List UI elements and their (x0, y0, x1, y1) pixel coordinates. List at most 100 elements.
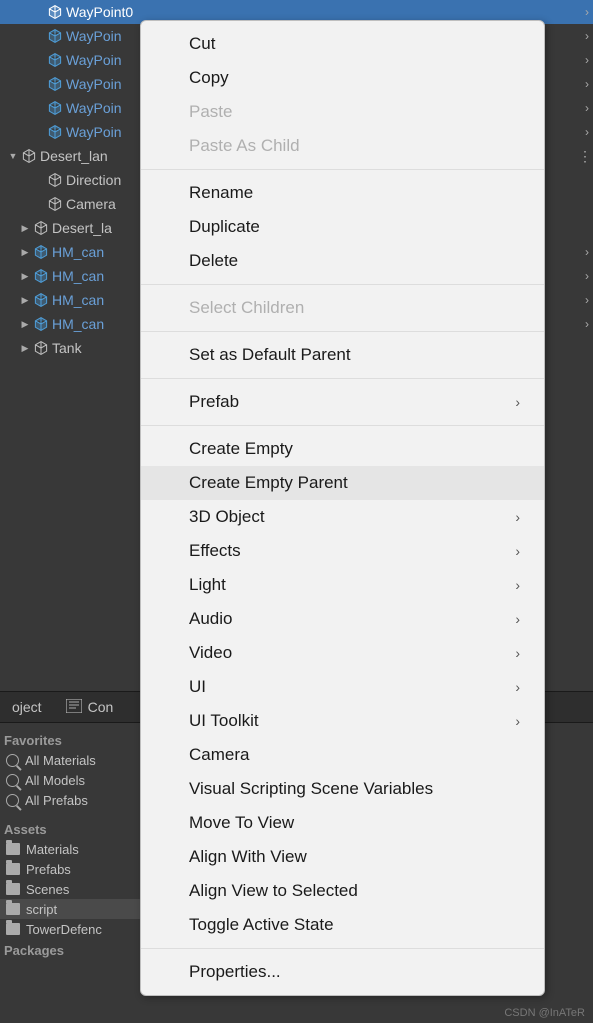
prefab-cube-icon (46, 123, 64, 141)
chevron-right-icon[interactable]: › (575, 317, 589, 331)
assets-folder-label: Materials (26, 842, 79, 857)
menu-item-duplicate[interactable]: Duplicate (141, 210, 544, 244)
menu-item-label: Video (189, 643, 232, 663)
chevron-right-icon[interactable]: › (575, 5, 589, 19)
menu-item-delete[interactable]: Delete (141, 244, 544, 278)
menu-item-light[interactable]: Light › (141, 568, 544, 602)
prefab-cube-icon (32, 291, 50, 309)
assets-folder-item[interactable]: script (0, 899, 140, 919)
packages-header: Packages (0, 941, 140, 960)
menu-item-ui[interactable]: UI › (141, 670, 544, 704)
menu-separator (141, 331, 544, 332)
chevron-right-icon[interactable]: › (575, 53, 589, 67)
favorites-item[interactable]: All Models (0, 770, 140, 790)
chevron-right-icon: › (515, 394, 520, 410)
assets-folder-item[interactable]: Materials (0, 839, 140, 859)
expand-toggle[interactable]: ▶ (18, 343, 32, 354)
gameobject-cube-icon (32, 339, 50, 357)
menu-item-label: Audio (189, 609, 232, 629)
menu-item-label: Copy (189, 68, 229, 88)
menu-item-label: Duplicate (189, 217, 260, 237)
menu-separator (141, 169, 544, 170)
menu-item-video[interactable]: Video › (141, 636, 544, 670)
folder-icon (6, 863, 20, 875)
menu-separator (141, 948, 544, 949)
kebab-menu-icon[interactable]: ⋮ (578, 148, 591, 165)
chevron-right-icon[interactable]: › (575, 293, 589, 307)
menu-item-audio[interactable]: Audio › (141, 602, 544, 636)
menu-separator (141, 425, 544, 426)
gameobject-cube-icon (46, 171, 64, 189)
menu-item-label: Paste As Child (189, 136, 300, 156)
menu-item-copy[interactable]: Copy (141, 61, 544, 95)
menu-item-move-to-view[interactable]: Move To View (141, 806, 544, 840)
menu-item-rename[interactable]: Rename (141, 176, 544, 210)
context-menu: Cut Copy Paste Paste As Child Rename Duplicat… (140, 20, 545, 996)
watermark: CSDN @InATeR (504, 1007, 585, 1019)
chevron-right-icon[interactable]: › (575, 125, 589, 139)
menu-item-align-view-to-selected[interactable]: Align View to Selected (141, 874, 544, 908)
chevron-right-icon: › (515, 645, 520, 661)
menu-item-effects[interactable]: Effects› (141, 534, 544, 568)
menu-item-align-with-view[interactable]: Align With View (141, 840, 544, 874)
menu-item-label: UI (189, 677, 206, 697)
expand-toggle[interactable]: ▶ (18, 319, 32, 330)
expand-toggle[interactable]: ▶ (18, 247, 32, 258)
menu-item-camera[interactable]: Camera (141, 738, 544, 772)
menu-item-3d-object[interactable]: 3D Object› (141, 500, 544, 534)
chevron-right-icon[interactable]: › (575, 101, 589, 115)
tab-console[interactable]: Con (54, 693, 126, 722)
menu-item-create-empty-parent[interactable]: Create Empty Parent (141, 466, 544, 500)
favorites-item-label: All Models (25, 773, 85, 788)
folder-icon (6, 883, 20, 895)
expand-toggle[interactable]: ▶ (18, 295, 32, 306)
menu-item-visual-scripting-scene-variables[interactable]: Visual Scripting Scene Variables (141, 772, 544, 806)
menu-item-label: Align View to Selected (189, 881, 358, 901)
menu-item-label: Delete (189, 251, 238, 271)
expand-toggle[interactable]: ▶ (18, 271, 32, 282)
gameobject-cube-icon (32, 219, 50, 237)
assets-folder-item[interactable]: Scenes (0, 879, 140, 899)
hierarchy-item-label: WayPoint0 (66, 4, 575, 20)
search-icon (6, 774, 19, 787)
chevron-right-icon[interactable]: › (575, 29, 589, 43)
chevron-right-icon[interactable]: › (575, 269, 589, 283)
chevron-right-icon[interactable]: › (575, 245, 589, 259)
tab-project[interactable]: oject (0, 693, 54, 721)
menu-item-label: Move To View (189, 813, 294, 833)
menu-item-create-empty[interactable]: Create Empty (141, 432, 544, 466)
menu-item-properties[interactable]: Properties... (141, 955, 544, 989)
menu-item-paste-as-child: Paste As Child (141, 129, 544, 163)
project-folder-panel: Favorites All MaterialsAll ModelsAll Pre… (0, 723, 140, 1023)
menu-item-label: UI Toolkit (189, 711, 259, 731)
menu-item-toggle-active-state[interactable]: Toggle Active State (141, 908, 544, 942)
assets-folder-item[interactable]: Prefabs (0, 859, 140, 879)
menu-item-label: Light (189, 575, 226, 595)
expand-toggle[interactable]: ▶ (18, 223, 32, 234)
prefab-cube-icon (46, 99, 64, 117)
chevron-right-icon: › (515, 577, 520, 593)
console-icon (66, 699, 82, 716)
menu-item-select-children: Select Children (141, 291, 544, 325)
favorites-item[interactable]: All Prefabs (0, 790, 140, 810)
expand-toggle[interactable]: ▼ (6, 151, 20, 161)
menu-item-label: Align With View (189, 847, 307, 867)
favorites-item[interactable]: All Materials (0, 750, 140, 770)
menu-item-set-as-default-parent[interactable]: Set as Default Parent (141, 338, 544, 372)
gameobject-cube-icon (46, 195, 64, 213)
menu-item-prefab[interactable]: Prefab› (141, 385, 544, 419)
prefab-cube-icon (46, 27, 64, 45)
chevron-right-icon[interactable]: › (575, 77, 589, 91)
menu-item-label: Select Children (189, 298, 304, 318)
menu-item-label: Create Empty (189, 439, 293, 459)
menu-item-label: 3D Object (189, 507, 265, 527)
assets-folder-label: TowerDefenc (26, 922, 102, 937)
menu-item-paste: Paste (141, 95, 544, 129)
assets-folder-item[interactable]: TowerDefenc (0, 919, 140, 939)
menu-item-label: Properties... (189, 962, 281, 982)
chevron-right-icon: › (515, 611, 520, 627)
menu-item-ui-toolkit[interactable]: UI Toolkit› (141, 704, 544, 738)
prefab-cube-icon (32, 315, 50, 333)
menu-item-cut[interactable]: Cut (141, 27, 544, 61)
chevron-right-icon: › (515, 679, 520, 695)
